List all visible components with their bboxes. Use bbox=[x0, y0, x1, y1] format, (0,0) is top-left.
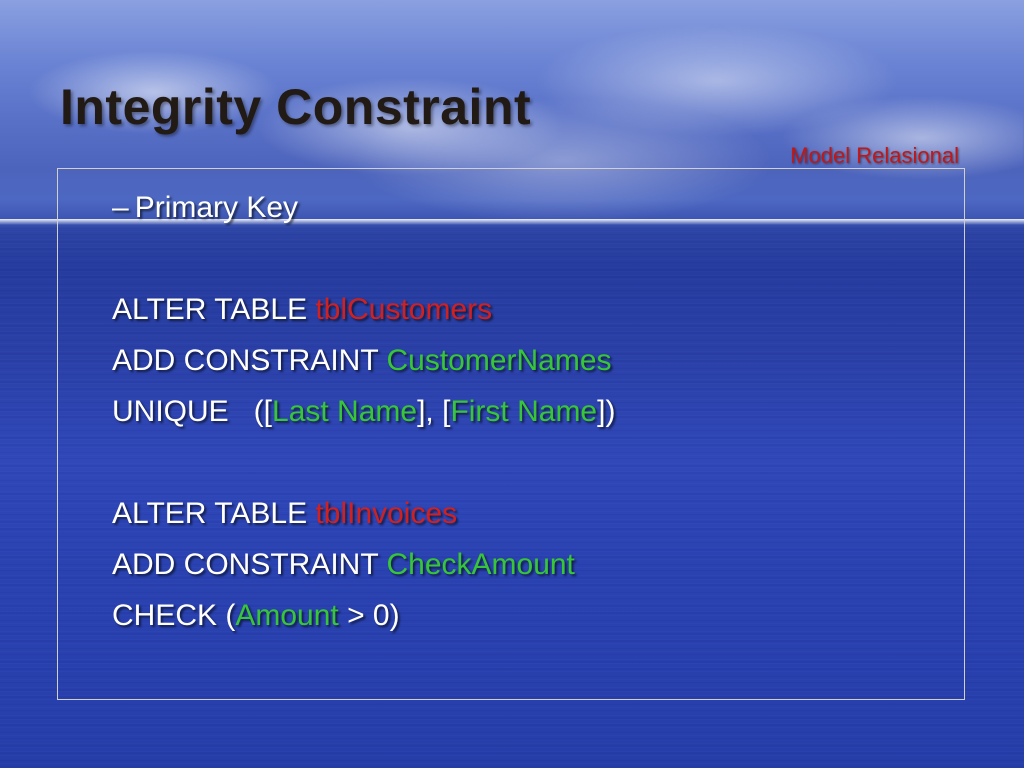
check-close: > 0) bbox=[339, 599, 400, 632]
code2-line1: ALTER TABLE tblInvoices bbox=[112, 488, 964, 539]
kw-alter-table: ALTER TABLE bbox=[112, 293, 315, 326]
kw-check-open: CHECK ( bbox=[112, 599, 235, 632]
code1-line2: ADD CONSTRAINT CustomerNames bbox=[112, 335, 964, 386]
kw-unique-open: UNIQUE ([ bbox=[112, 395, 272, 428]
code1-line1: ALTER TABLE tblCustomers bbox=[112, 284, 964, 335]
bullet-primary-key: –Primary Key bbox=[112, 182, 964, 233]
code2-line2: ADD CONSTRAINT CheckAmount bbox=[112, 539, 964, 590]
ident-customernames: CustomerNames bbox=[386, 344, 611, 377]
kw-add-constraint: ADD CONSTRAINT bbox=[112, 344, 386, 377]
ident-checkamount: CheckAmount bbox=[386, 548, 574, 581]
ident-last-name: Last Name bbox=[272, 395, 417, 428]
bracket-close: ]) bbox=[597, 395, 615, 428]
bullet-label: Primary Key bbox=[135, 191, 298, 224]
blank-line-2 bbox=[112, 437, 964, 488]
bracket-sep: ], [ bbox=[417, 395, 450, 428]
slide-title: Integrity Constraint bbox=[60, 78, 531, 136]
ident-amount: Amount bbox=[235, 599, 338, 632]
ident-first-name: First Name bbox=[450, 395, 597, 428]
code1-line3: UNIQUE ([Last Name], [First Name]) bbox=[112, 386, 964, 437]
kw-alter-table-2: ALTER TABLE bbox=[112, 497, 315, 530]
kw-add-constraint-2: ADD CONSTRAINT bbox=[112, 548, 386, 581]
ident-tblinvoices: tblInvoices bbox=[315, 497, 457, 530]
ident-tblcustomers: tblCustomers bbox=[315, 293, 492, 326]
bullet-dash: – bbox=[112, 191, 129, 224]
slide-subtitle: Model Relasional bbox=[790, 143, 959, 169]
slide: Integrity Constraint Model Relasional –P… bbox=[0, 0, 1024, 768]
slide-body: –Primary Key ALTER TABLE tblCustomers AD… bbox=[112, 182, 964, 641]
blank-line bbox=[112, 233, 964, 284]
code2-line3: CHECK (Amount > 0) bbox=[112, 590, 964, 641]
